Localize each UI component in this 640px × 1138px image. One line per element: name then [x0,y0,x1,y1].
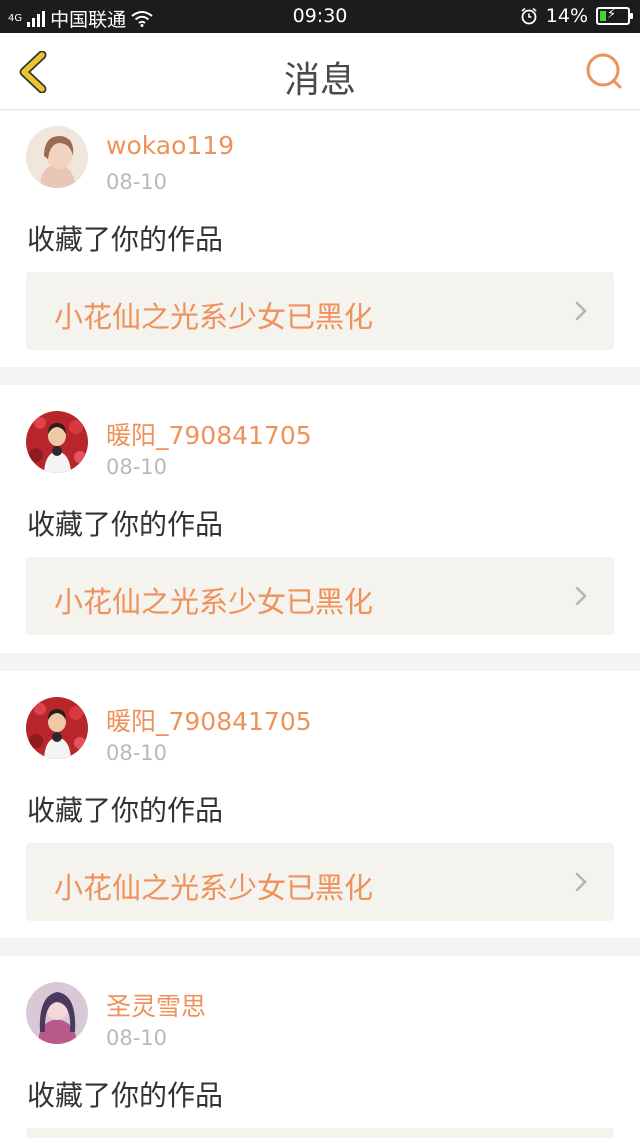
work-link[interactable]: 小花仙之光系少女已黑化 [26,843,614,921]
search-icon [586,53,622,89]
chevron-right-icon [575,586,587,606]
nav-bar: 消息 [0,33,640,110]
status-right: 14% ⚡ [520,5,633,27]
work-link[interactable]: 小花仙之光系少女已黑化 [26,272,614,350]
status-bar: 4G 中国联通 09:30 14% ⚡ [0,0,640,33]
message-action: 收藏了你的作品 [27,508,224,541]
avatar[interactable] [26,697,88,759]
message-action: 收藏了你的作品 [27,1079,224,1112]
battery-charging-icon: ⚡ [596,7,633,25]
alarm-icon [521,7,537,25]
avatar[interactable] [26,411,88,473]
battery-percent: 14% [545,5,588,27]
message-date: 08-10 [106,1026,168,1050]
message-card: wokao119 08-10 收藏了你的作品 小花仙之光系少女已黑化 [0,111,640,367]
message-card: 暖阳_790841705 08-10 收藏了你的作品 小花仙之光系少女已黑化 [0,385,640,653]
message-action: 收藏了你的作品 [27,223,224,256]
message-action: 收藏了你的作品 [27,794,224,827]
work-title: 小花仙之光系少女已黑化 [54,585,374,619]
page-title: 消息 [283,60,356,101]
message-card: 圣灵雪思 08-10 收藏了你的作品 [0,956,640,1138]
avatar[interactable] [26,126,88,188]
avatar[interactable] [26,982,88,1044]
work-title: 小花仙之光系少女已黑化 [54,300,374,334]
message-date: 08-10 [106,741,168,765]
username[interactable]: 暖阳_790841705 [106,702,312,738]
work-link[interactable]: 小花仙之光系少女已黑化 [26,557,614,635]
username[interactable]: 圣灵雪思 [106,987,206,1023]
chevron-right-icon [575,301,587,321]
work-title: 小花仙之光系少女已黑化 [54,871,374,905]
username[interactable]: wokao119 [106,131,234,160]
chevron-right-icon [575,872,587,892]
message-date: 08-10 [106,455,168,479]
message-card: 暖阳_790841705 08-10 收藏了你的作品 小花仙之光系少女已黑化 [0,671,640,938]
work-link[interactable] [26,1128,614,1138]
message-date: 08-10 [106,170,168,194]
username[interactable]: 暖阳_790841705 [106,416,312,452]
search-button[interactable] [584,51,624,91]
